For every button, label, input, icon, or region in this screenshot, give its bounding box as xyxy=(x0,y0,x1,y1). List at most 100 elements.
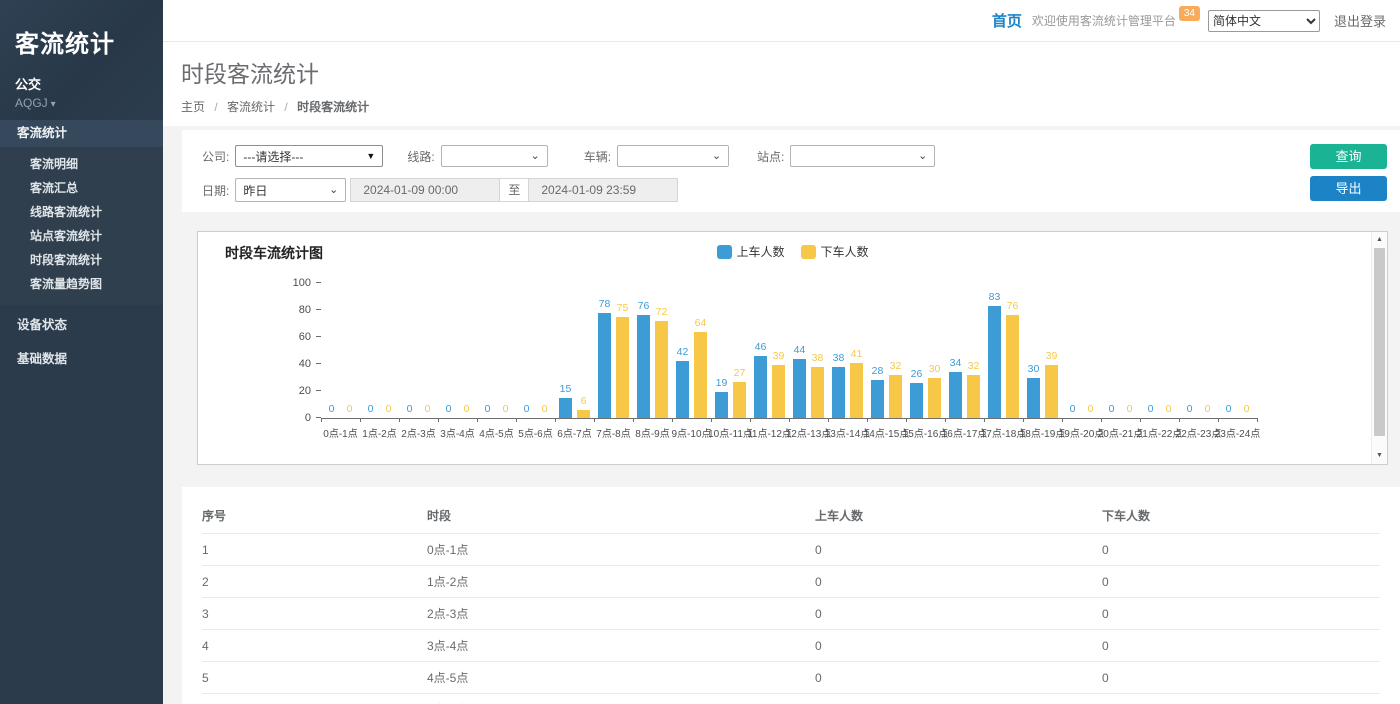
sidebar-item-客流量趋势图[interactable]: 客流量趋势图 xyxy=(0,272,163,296)
table-row: 21点-2点00 xyxy=(202,566,1380,598)
scrollbar-thumb[interactable] xyxy=(1374,248,1385,436)
date-preset-select[interactable]: 昨日 ⌄ xyxy=(235,178,346,202)
station-label: 站点: xyxy=(757,148,784,165)
x-axis-tick-mark xyxy=(438,418,439,422)
scroll-down-icon[interactable]: ▼ xyxy=(1372,449,1387,463)
breadcrumb-current: 时段客流统计 xyxy=(297,100,369,114)
x-axis-tick-mark xyxy=(321,418,322,422)
bar-上车人数[interactable]: 30 xyxy=(1027,378,1040,419)
bar-上车人数[interactable]: 44 xyxy=(793,359,806,418)
bar-value-label: 64 xyxy=(695,317,707,329)
legend-item-下车人数[interactable]: 下车人数 xyxy=(801,243,869,260)
bar-下车人数[interactable]: 72 xyxy=(655,321,668,418)
legend-swatch xyxy=(801,245,816,259)
sidebar-item-时段客流统计[interactable]: 时段客流统计 xyxy=(0,248,163,272)
date-label: 日期: xyxy=(202,182,229,199)
legend-label: 上车人数 xyxy=(736,243,784,260)
page-heading: 时段客流统计 主页 / 客流统计 / 时段客流统计 xyxy=(163,42,1400,126)
chart-scrollbar[interactable]: ▲ ▼ xyxy=(1371,232,1387,464)
bar-group-21点-22点: 0021点-22点 xyxy=(1140,284,1179,418)
sidebar-item-线路客流统计[interactable]: 线路客流统计 xyxy=(0,200,163,224)
bar-value-label: 39 xyxy=(773,350,785,362)
x-axis-label: 2点-3点 xyxy=(401,425,435,440)
table-row: 10点-1点00 xyxy=(202,534,1380,566)
bar-下车人数[interactable]: 6 xyxy=(577,410,590,418)
caret-down-icon: ▾ xyxy=(51,99,56,110)
bar-上车人数[interactable]: 34 xyxy=(949,372,962,418)
bar-上车人数[interactable]: 46 xyxy=(754,356,767,418)
date-to-input: 2024-01-09 23:59 xyxy=(528,178,678,202)
bar-group-22点-23点: 0022点-23点 xyxy=(1179,284,1218,418)
legend-item-上车人数[interactable]: 上车人数 xyxy=(716,243,784,260)
company-select[interactable]: ---请选择--- ▼ xyxy=(235,145,383,167)
home-link[interactable]: 首页 xyxy=(992,10,1022,31)
bar-value-label: 0 xyxy=(1070,403,1076,415)
line-select[interactable]: ⌄ xyxy=(441,145,548,167)
table-header-row: 序号 时段 上车人数 下车人数 xyxy=(202,497,1380,534)
bar-上车人数[interactable]: 83 xyxy=(988,306,1001,418)
bar-上车人数[interactable]: 15 xyxy=(559,398,572,418)
bar-上车人数[interactable]: 78 xyxy=(598,313,611,418)
table-cell: 0 xyxy=(1102,630,1380,662)
bar-下车人数[interactable]: 76 xyxy=(1006,315,1019,418)
table-cell: 2点-3点 xyxy=(427,598,815,630)
bar-group-14点-15点: 283214点-15点 xyxy=(867,284,906,418)
breadcrumb-section[interactable]: 客流统计 xyxy=(227,100,275,114)
bar-下车人数[interactable]: 39 xyxy=(772,365,785,418)
bar-上车人数[interactable]: 76 xyxy=(637,315,650,418)
bar-下车人数[interactable]: 30 xyxy=(928,378,941,419)
bar-下车人数[interactable]: 41 xyxy=(850,363,863,418)
bar-group-7点-8点: 78757点-8点 xyxy=(594,284,633,418)
x-axis-tick-mark xyxy=(594,418,595,422)
x-axis-tick-mark xyxy=(477,418,478,422)
bar-下车人数[interactable]: 38 xyxy=(811,367,824,418)
x-axis-tick-mark xyxy=(555,418,556,422)
bar-value-label: 30 xyxy=(1028,363,1040,375)
vehicle-select[interactable]: ⌄ xyxy=(617,145,729,167)
logout-link[interactable]: 退出登录 xyxy=(1334,11,1386,30)
bar-value-label: 28 xyxy=(872,365,884,377)
breadcrumb-home[interactable]: 主页 xyxy=(181,100,205,114)
bar-下车人数[interactable]: 75 xyxy=(616,317,629,418)
bar-下车人数[interactable]: 32 xyxy=(889,375,902,418)
bar-上车人数[interactable]: 28 xyxy=(871,380,884,418)
sidebar-item-设备状态[interactable]: 设备状态 xyxy=(0,312,163,339)
bar-value-label: 0 xyxy=(446,403,452,415)
table-row: 54点-5点00 xyxy=(202,662,1380,694)
chevron-down-icon: ⌄ xyxy=(329,186,338,194)
bar-group-9点-10点: 42649点-10点 xyxy=(672,284,711,418)
sidebar-section-客流统计[interactable]: 客流统计 xyxy=(0,120,163,147)
sidebar-item-客流汇总[interactable]: 客流汇总 xyxy=(0,176,163,200)
table-cell: 0 xyxy=(815,566,1102,598)
language-select[interactable]: 简体中文 xyxy=(1208,10,1320,32)
bar-上车人数[interactable]: 19 xyxy=(715,392,728,418)
bar-value-label: 30 xyxy=(929,363,941,375)
bar-下车人数[interactable]: 32 xyxy=(967,375,980,418)
bar-上车人数[interactable]: 38 xyxy=(832,367,845,418)
scroll-up-icon[interactable]: ▲ xyxy=(1372,233,1387,247)
x-axis-label: 3点-4点 xyxy=(440,425,474,440)
export-button[interactable]: 导出 xyxy=(1310,176,1387,201)
bar-value-label: 46 xyxy=(755,341,767,353)
table-cell: 0 xyxy=(1102,694,1380,704)
bar-下车人数[interactable]: 64 xyxy=(694,332,707,418)
bar-value-label: 0 xyxy=(1109,403,1115,415)
bar-value-label: 38 xyxy=(833,352,845,364)
sidebar-item-客流明细[interactable]: 客流明细 xyxy=(0,152,163,176)
query-button[interactable]: 查询 xyxy=(1310,144,1387,169)
bar-下车人数[interactable]: 27 xyxy=(733,382,746,418)
bar-下车人数[interactable]: 39 xyxy=(1045,365,1058,418)
org-code-label: AQGJ xyxy=(15,96,48,110)
table-cell: 0 xyxy=(815,598,1102,630)
bar-上车人数[interactable]: 26 xyxy=(910,383,923,418)
bar-value-label: 32 xyxy=(890,360,902,372)
sidebar-item-基础数据[interactable]: 基础数据 xyxy=(0,346,163,373)
org-code-dropdown[interactable]: AQGJ▾ xyxy=(15,96,148,110)
bar-上车人数[interactable]: 42 xyxy=(676,361,689,418)
x-axis-label: 6点-7点 xyxy=(557,425,591,440)
y-axis-tick-label: 0 xyxy=(305,412,311,424)
station-select[interactable]: ⌄ xyxy=(790,145,935,167)
sidebar-submenu: 客流明细客流汇总线路客流统计站点客流统计时段客流统计客流量趋势图 xyxy=(0,147,163,305)
line-label: 线路: xyxy=(407,148,434,165)
sidebar-item-站点客流统计[interactable]: 站点客流统计 xyxy=(0,224,163,248)
